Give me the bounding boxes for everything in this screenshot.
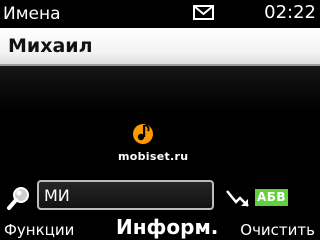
search-input[interactable]: МИ [37, 180, 214, 210]
contact-list-item-selected[interactable]: Михаил [0, 28, 320, 66]
status-bar: Имена 02:22 [0, 0, 320, 28]
softkey-bar: Функции Информ. Очистить [0, 214, 320, 240]
arrow-down-right-icon [224, 188, 252, 212]
list-shade [0, 66, 320, 111]
screen-title: Имена [3, 4, 61, 24]
input-mode-badge: АБВ [255, 189, 289, 206]
music-note-logo-icon [132, 120, 154, 150]
clock: 02:22 [264, 2, 316, 23]
search-input-value: МИ [44, 186, 70, 205]
envelope-icon [193, 5, 214, 24]
options-softkey[interactable]: Функции [4, 220, 74, 240]
clear-softkey[interactable]: Очистить [240, 220, 315, 240]
info-softkey[interactable]: Информ. [116, 215, 218, 239]
contact-name: Михаил [8, 35, 93, 57]
magnifier-icon [6, 185, 32, 215]
phone-screen: Имена 02:22 Михаил mobiset.ru МИ АБВ Фун… [0, 0, 320, 240]
watermark-text: mobiset.ru [118, 150, 189, 163]
